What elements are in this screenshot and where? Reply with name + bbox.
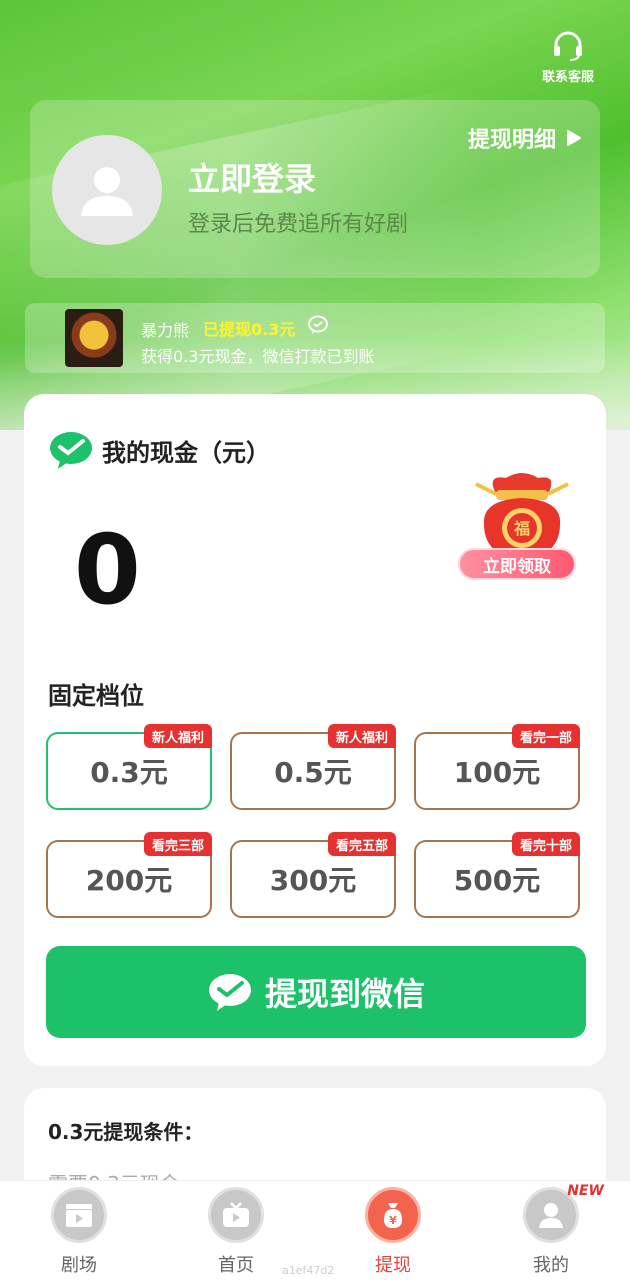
withdraw-detail-link[interactable]: 提现明细 xyxy=(468,122,582,154)
wechat-pay-icon xyxy=(50,432,92,469)
cash-amount: 0 xyxy=(74,514,141,626)
tab-home[interactable]: 首页 xyxy=(181,1187,291,1277)
tab-theater[interactable]: 剧场 xyxy=(24,1187,134,1277)
customer-service-label: 联系客服 xyxy=(541,70,594,85)
tier-badge: 看完一部 xyxy=(511,724,580,748)
withdraw-ticker: 暴力熊 已提现0.3元 获得0.3元现金，微信打款已到账 xyxy=(25,303,605,373)
watermark: a1ef47d2 xyxy=(282,1264,335,1277)
tier-value: 0.5元 xyxy=(274,756,352,789)
conditions-title: 0.3元提现条件： xyxy=(48,1120,204,1144)
play-arrow-icon xyxy=(567,130,581,146)
tier-value: 0.3元 xyxy=(90,756,168,789)
tier-option-500[interactable]: 500元 看完十部 xyxy=(414,832,580,918)
tier-option-0.3[interactable]: 0.3元 新人福利 xyxy=(46,724,212,810)
tier-option-100[interactable]: 100元 看完一部 xyxy=(414,724,580,810)
customer-service-button[interactable]: 联系客服 xyxy=(536,30,600,85)
ticker-highlight: 已提现0.3元 xyxy=(203,320,296,339)
tier-value: 100元 xyxy=(453,756,541,789)
tier-option-200[interactable]: 200元 看完三部 xyxy=(46,832,212,918)
tier-value: 300元 xyxy=(269,864,357,897)
tier-option-0.5[interactable]: 0.5元 新人福利 xyxy=(230,724,396,810)
withdraw-to-wechat-button[interactable]: 提现到微信 xyxy=(46,946,586,1038)
tab-label: 我的 xyxy=(533,1255,569,1276)
tier-section-title: 固定档位 xyxy=(48,682,144,710)
tier-value: 500元 xyxy=(453,864,541,897)
tier-badge: 新人福利 xyxy=(143,724,212,748)
cash-card: 我的现金（元） 0 福 立即领取 固定档位 0.3元 新人福利 0.5元 新人福… xyxy=(24,394,606,1066)
ticker-user-avatar xyxy=(65,309,123,367)
tier-option-300[interactable]: 300元 看完五部 xyxy=(230,832,396,918)
clapperboard-icon xyxy=(51,1187,107,1243)
svg-text:福: 福 xyxy=(513,519,530,538)
ticker-message: 获得0.3元现金，微信打款已到账 xyxy=(141,347,375,366)
svg-text:¥: ¥ xyxy=(389,1214,397,1227)
headset-icon xyxy=(554,31,582,61)
tier-badge: 新人福利 xyxy=(327,724,396,748)
tier-badge: 看完三部 xyxy=(143,832,212,856)
money-bag-icon: ¥ xyxy=(365,1187,421,1243)
tier-value: 200元 xyxy=(85,864,173,897)
tab-label: 剧场 xyxy=(61,1255,97,1276)
tab-label: 提现 xyxy=(375,1255,411,1276)
user-placeholder-icon xyxy=(81,167,133,216)
wechat-icon xyxy=(308,315,328,334)
claim-now-button[interactable]: 立即领取 xyxy=(458,548,576,580)
cash-title: 我的现金（元） xyxy=(102,438,270,467)
login-subtitle: 登录后免费追所有好剧 xyxy=(188,212,409,237)
login-card[interactable]: 立即登录 登录后免费追所有好剧 提现明细 xyxy=(30,100,600,278)
tier-badge: 看完五部 xyxy=(327,832,396,856)
avatar[interactable] xyxy=(52,135,162,245)
tab-label: 首页 xyxy=(218,1255,254,1276)
ticker-user-name: 暴力熊 xyxy=(141,321,190,340)
cash-header: 我的现金（元） xyxy=(48,430,270,470)
tab-profile[interactable]: 我的 NEW xyxy=(496,1183,606,1277)
withdraw-detail-label: 提现明细 xyxy=(467,128,556,153)
withdraw-button-label: 提现到微信 xyxy=(264,975,425,1013)
login-title[interactable]: 立即登录 xyxy=(188,154,316,200)
tab-withdraw[interactable]: ¥ 提现 xyxy=(338,1187,448,1277)
wechat-pay-icon xyxy=(208,974,251,1011)
new-badge: NEW xyxy=(567,1183,604,1199)
tv-icon xyxy=(208,1187,264,1243)
tier-badge: 看完十部 xyxy=(511,832,580,856)
